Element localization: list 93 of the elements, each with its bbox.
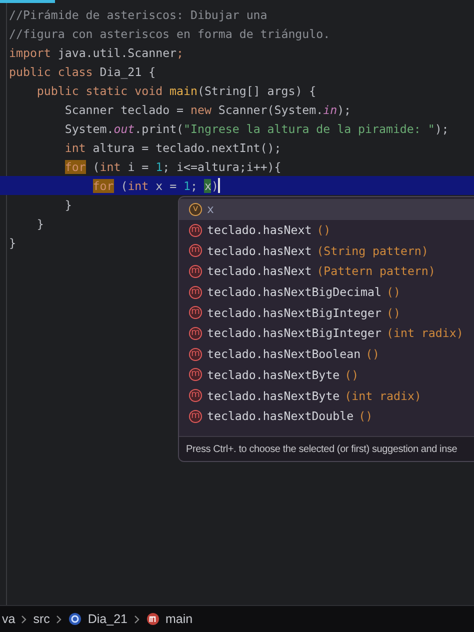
- suggestion-params: (): [386, 285, 400, 300]
- code-token: public static void: [36, 84, 164, 98]
- suggestion-name: teclado.hasNextBigInteger: [207, 306, 382, 320]
- breadcrumb-item[interactable]: va: [2, 612, 16, 626]
- code-token: int: [64, 140, 87, 154]
- code-token: }: [9, 236, 16, 250]
- variable-icon: v: [189, 202, 202, 216]
- code-token: ;: [190, 178, 198, 192]
- code-token: //Pirámide de asteriscos: Dibujar una: [9, 8, 268, 22]
- suggestion-params: (): [366, 347, 380, 362]
- breadcrumb-item[interactable]: src: [33, 612, 50, 626]
- code-token: 1: [156, 160, 163, 174]
- suggestion-item[interactable]: m teclado.hasNextByte (): [179, 364, 474, 386]
- suggestion-item[interactable]: m teclado.hasNext (): [179, 220, 474, 240]
- suggestion-params: (): [358, 409, 373, 424]
- code-token: Dia_21 {: [100, 64, 156, 78]
- suggestion-params: (int radix): [386, 326, 464, 340]
- code-token: ; i<=altura;i++){: [162, 160, 282, 174]
- code-token: Scanner(System.: [218, 102, 324, 116]
- suggestion-item[interactable]: m teclado.hasNext (String pattern): [179, 240, 474, 262]
- breadcrumb-item[interactable]: main: [166, 612, 193, 626]
- code-token: public class: [9, 64, 94, 78]
- completion-hint: Press Ctrl+. to choose the selected (or first) suggestion and inse: [179, 436, 474, 461]
- method-icon: m: [189, 389, 202, 402]
- suggestion-params: (Pattern pattern): [316, 264, 436, 278]
- method-icon: m: [189, 244, 202, 258]
- suggestion-item[interactable]: v x: [179, 199, 474, 220]
- code-token: //figura con asteriscos en forma de triángulo.: [9, 26, 330, 40]
- code-token: .print(: [134, 122, 184, 136]
- suggestion-name: teclado.hasNextDouble: [207, 409, 354, 424]
- method-icon: m: [189, 348, 202, 361]
- code-token: System.: [64, 122, 114, 136]
- suggestion-name: teclado.hasNextBigInteger: [207, 326, 382, 340]
- suggestion-name: teclado.hasNext: [207, 264, 312, 278]
- suggestion-name: teclado.hasNextBoolean: [207, 347, 361, 362]
- suggestion-params: (): [344, 368, 359, 382]
- breadcrumb-item[interactable]: Dia_21: [88, 612, 128, 626]
- code-token: "Ingrese la altura de la piramide: ": [184, 122, 435, 136]
- code-token: );: [434, 122, 449, 136]
- method-icon: m: [189, 286, 202, 299]
- suggestion-item[interactable]: m teclado.hasNext (Pattern pattern): [179, 261, 474, 282]
- chevron-icon: [56, 614, 62, 624]
- text-cursor: [218, 178, 220, 193]
- code-token: }: [64, 198, 72, 212]
- chevron-icon: [21, 614, 28, 624]
- method-icon: m: [189, 410, 202, 423]
- code-token: in: [323, 102, 338, 116]
- code-token: x =: [156, 178, 178, 192]
- code-token: for: [64, 160, 86, 174]
- code-token: altura = teclado.nextInt();: [92, 140, 282, 154]
- code-token: int: [128, 178, 150, 192]
- suggestion-item[interactable]: m teclado.hasNextBigInteger (): [179, 302, 474, 324]
- code-token: for: [92, 178, 114, 192]
- code-token: out: [114, 122, 135, 136]
- suggestion-item[interactable]: m teclado.hasNextBigDecimal (): [179, 282, 474, 302]
- code-token: }: [36, 216, 44, 230]
- code-token: i =: [128, 160, 150, 174]
- suggestion-params: (): [386, 306, 400, 320]
- suggestion-name: teclado.hasNextBigDecimal: [207, 285, 382, 300]
- suggestion-name: teclado.hasNext: [207, 244, 312, 258]
- code-token: ): [211, 178, 218, 192]
- method-icon: m: [189, 306, 202, 320]
- method-icon: m: [189, 224, 202, 237]
- code-token: main: [170, 84, 198, 98]
- method-icon: [146, 612, 160, 626]
- code-token: (: [92, 160, 100, 174]
- suggestion-item[interactable]: m teclado.hasNextBoolean (): [179, 344, 474, 364]
- code-token: (String[] args) {: [197, 84, 316, 98]
- code-token: new: [190, 102, 212, 116]
- suggestion-item[interactable]: m teclado.hasNextByte (int radix): [179, 385, 474, 406]
- suggestion-name: teclado.hasNextByte: [207, 388, 340, 403]
- suggestion-item[interactable]: m teclado.hasNextBigInteger (int radix): [179, 323, 474, 344]
- method-icon: m: [189, 368, 202, 382]
- code-token: ;: [176, 46, 184, 60]
- code-token: java.util.Scanner: [58, 46, 177, 60]
- code-token: import: [9, 46, 52, 60]
- method-icon: m: [189, 326, 202, 340]
- suggestion-name: teclado.hasNext: [207, 223, 312, 238]
- chevron-icon: [134, 614, 140, 624]
- suggestion-item[interactable]: m teclado.hasNextDouble (): [179, 406, 474, 427]
- code-token: x: [204, 178, 212, 192]
- suggestion-params: (int radix): [344, 388, 422, 403]
- suggestion-name: teclado.hasNextByte: [207, 368, 340, 382]
- code-token: (: [120, 178, 128, 192]
- code-token: 1: [184, 178, 191, 192]
- suggestion-name: x: [207, 202, 214, 216]
- suggestion-params: (): [316, 223, 331, 238]
- suggestion-params: (String pattern): [316, 244, 428, 258]
- class-icon: [68, 612, 82, 626]
- code-token: int: [100, 160, 122, 174]
- code-token: );: [337, 102, 352, 116]
- method-icon: m: [189, 264, 202, 278]
- code-token: Scanner teclado =: [64, 102, 185, 116]
